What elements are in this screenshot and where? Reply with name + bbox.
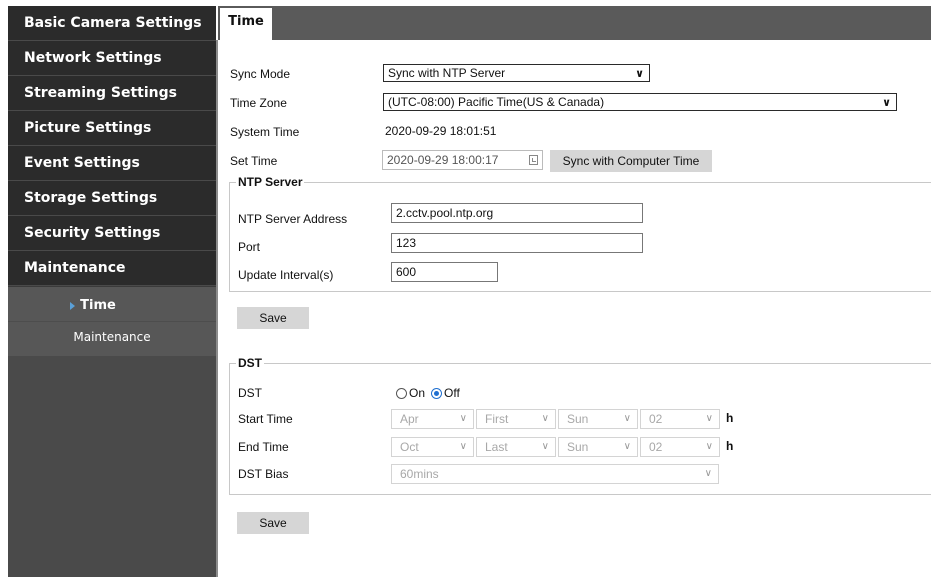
time-zone-select[interactable]: (UTC-08:00) Pacific Time(US & Canada) ∨ xyxy=(383,93,897,111)
dst-bias-value: 60mins xyxy=(400,467,439,481)
sidebar: Basic Camera Settings Network Settings S… xyxy=(8,6,216,577)
dst-off-label: Off xyxy=(444,386,460,400)
save-button[interactable]: Save xyxy=(237,307,309,329)
menu-security-settings[interactable]: Security Settings xyxy=(8,216,216,250)
chevron-down-icon: ∨ xyxy=(623,413,631,424)
chevron-down-icon: ∨ xyxy=(459,413,467,424)
chevron-down-icon: ∨ xyxy=(705,413,713,424)
menu-streaming-settings[interactable]: Streaming Settings xyxy=(8,76,216,110)
port-input[interactable]: 123 xyxy=(391,233,643,253)
dst-legend: DST xyxy=(236,356,264,370)
end-time-label: End Time xyxy=(238,440,289,454)
calendar-icon[interactable] xyxy=(529,155,538,165)
chevron-down-icon: ∨ xyxy=(882,97,891,109)
chevron-down-icon: ∨ xyxy=(635,68,644,80)
start-week-value: First xyxy=(485,412,509,426)
maintenance-submenu: Time Maintenance xyxy=(8,286,216,356)
chevron-down-icon: ∨ xyxy=(704,468,712,479)
menu-maintenance[interactable]: Maintenance xyxy=(8,251,216,285)
end-hour-value: 02 xyxy=(649,440,663,454)
dst-bias-select[interactable]: 60mins ∨ xyxy=(391,464,719,484)
submenu-item-maintenance[interactable]: Maintenance xyxy=(8,321,216,352)
set-time-input[interactable]: 2020-09-29 18:00:17 xyxy=(382,150,543,170)
menu-storage-settings[interactable]: Storage Settings xyxy=(8,181,216,215)
ntp-address-input[interactable]: 2.cctv.pool.ntp.org xyxy=(391,203,643,223)
sync-with-computer-time-button[interactable]: Sync with Computer Time xyxy=(550,150,712,172)
set-time-label: Set Time xyxy=(230,154,278,168)
caret-right-icon xyxy=(70,302,75,310)
end-week-select[interactable]: Last ∨ xyxy=(476,437,556,457)
dst-on-label: On xyxy=(409,386,426,400)
set-time-value: 2020-09-29 18:00:17 xyxy=(387,153,499,167)
dst-off-radio[interactable] xyxy=(431,388,442,399)
start-month-value: Apr xyxy=(400,412,419,426)
menu-basic-camera-settings[interactable]: Basic Camera Settings xyxy=(8,6,216,40)
chevron-down-icon: ∨ xyxy=(459,441,467,452)
tab-bar: Time xyxy=(218,6,931,42)
system-time-value: 2020-09-29 18:01:51 xyxy=(385,124,497,138)
chevron-down-icon: ∨ xyxy=(705,441,713,452)
update-interval-label: Update Interval(s) xyxy=(238,268,334,282)
start-hour-value: 02 xyxy=(649,412,663,426)
end-hour-unit: h xyxy=(726,439,734,453)
time-zone-value: (UTC-08:00) Pacific Time(US & Canada) xyxy=(388,95,605,109)
end-day-select[interactable]: Sun ∨ xyxy=(558,437,638,457)
submenu-item-label: Time xyxy=(80,298,116,313)
submenu-item-label: Maintenance xyxy=(73,330,151,344)
menu-event-settings[interactable]: Event Settings xyxy=(8,146,216,180)
sync-mode-select[interactable]: Sync with NTP Server ∨ xyxy=(383,64,650,82)
end-day-value: Sun xyxy=(567,440,589,454)
menu-network-settings[interactable]: Network Settings xyxy=(8,41,216,75)
system-time-label: System Time xyxy=(230,125,300,139)
end-month-value: Oct xyxy=(400,440,419,454)
end-week-value: Last xyxy=(485,440,508,454)
dst-on-radio[interactable] xyxy=(396,388,407,399)
submenu-item-time[interactable]: Time xyxy=(8,291,216,321)
chevron-down-icon: ∨ xyxy=(541,413,549,424)
divider xyxy=(216,40,218,577)
sync-mode-label: Sync Mode xyxy=(230,67,291,81)
menu-picture-settings[interactable]: Picture Settings xyxy=(8,111,216,145)
chevron-down-icon: ∨ xyxy=(623,441,631,452)
dst-bias-label: DST Bias xyxy=(238,467,289,481)
tab-time[interactable]: Time xyxy=(220,8,272,42)
start-hour-select[interactable]: 02 ∨ xyxy=(640,409,720,429)
ntp-server-legend: NTP Server xyxy=(236,175,305,189)
start-day-select[interactable]: Sun ∨ xyxy=(558,409,638,429)
update-interval-input[interactable]: 600 xyxy=(391,262,498,282)
port-label: Port xyxy=(238,240,261,254)
ntp-address-label: NTP Server Address xyxy=(238,212,348,226)
start-day-value: Sun xyxy=(567,412,589,426)
sync-mode-value: Sync with NTP Server xyxy=(388,66,506,80)
dst-save-button[interactable]: Save xyxy=(237,512,309,534)
start-week-select[interactable]: First ∨ xyxy=(476,409,556,429)
start-time-label: Start Time xyxy=(238,412,293,426)
start-month-select[interactable]: Apr ∨ xyxy=(391,409,474,429)
end-month-select[interactable]: Oct ∨ xyxy=(391,437,474,457)
start-hour-unit: h xyxy=(726,411,734,425)
chevron-down-icon: ∨ xyxy=(541,441,549,452)
dst-label: DST xyxy=(238,386,262,400)
time-zone-label: Time Zone xyxy=(230,96,287,110)
end-hour-select[interactable]: 02 ∨ xyxy=(640,437,720,457)
